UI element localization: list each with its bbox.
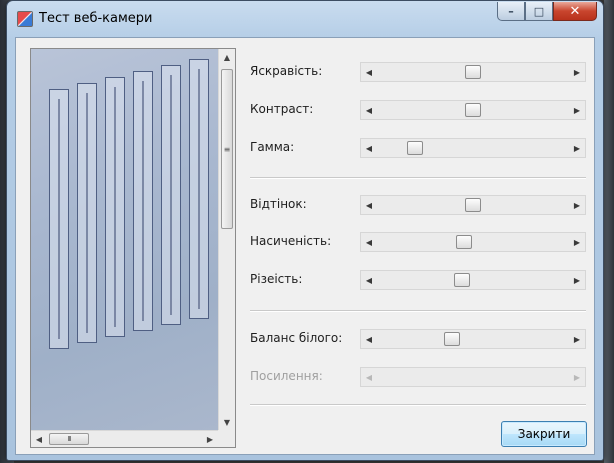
minimize-icon: –: [508, 4, 514, 18]
desktop-background-right: [604, 0, 614, 463]
minimize-button[interactable]: –: [497, 2, 525, 21]
setting-row-hue: Відтінок: ◀ ▶: [250, 194, 586, 216]
gain-label: Посилення:: [250, 369, 323, 383]
document-text-line: [86, 93, 88, 333]
arrow-left-icon[interactable]: ◀: [361, 233, 377, 251]
grip-icon: ≡: [223, 144, 231, 154]
close-icon: ✕: [569, 3, 581, 19]
camera-preview-image: [31, 49, 218, 431]
hue-label: Відтінок:: [250, 197, 307, 211]
close-window-button[interactable]: ✕: [553, 2, 597, 21]
contrast-slider[interactable]: ◀ ▶: [360, 100, 586, 120]
scroll-right-button[interactable]: ▶: [202, 431, 218, 447]
arrow-right-icon[interactable]: ▶: [569, 330, 585, 348]
arrow-right-icon[interactable]: ▶: [569, 233, 585, 251]
maximize-icon: □: [533, 4, 545, 18]
slider-thumb[interactable]: [456, 235, 473, 249]
title-bar[interactable]: Тест веб-камери – □ ✕: [7, 1, 603, 37]
hue-slider[interactable]: ◀ ▶: [360, 195, 586, 215]
brightness-label: Яскравість:: [250, 64, 323, 78]
document-text-line: [198, 69, 200, 309]
document-text-line: [142, 81, 144, 321]
arrow-left-icon[interactable]: ◀: [361, 196, 377, 214]
gamma-label: Гамма:: [250, 140, 295, 154]
webcam-test-window: Тест веб-камери – □ ✕ ▲ ≡ ▼ ◀ III ▶ Яскр…: [6, 0, 604, 461]
arrow-right-icon[interactable]: ▶: [569, 139, 585, 157]
document-text-line: [170, 75, 172, 315]
white-balance-label: Баланс білого:: [250, 331, 343, 345]
slider-thumb[interactable]: [454, 273, 471, 287]
document-text-line: [58, 99, 60, 339]
setting-row-brightness: Яскравість: ◀ ▶: [250, 61, 586, 83]
arrow-left-icon[interactable]: ◀: [361, 63, 377, 81]
slider-thumb[interactable]: [406, 141, 423, 155]
arrow-right-icon[interactable]: ▶: [569, 101, 585, 119]
arrow-right-icon[interactable]: ▶: [569, 63, 585, 81]
contrast-label: Контраст:: [250, 102, 314, 116]
setting-row-gain: Посилення: ◀ ▶: [250, 366, 586, 388]
setting-row-gamma: Гамма: ◀ ▶: [250, 137, 586, 159]
caption-buttons: – □ ✕: [497, 2, 597, 21]
white-balance-slider[interactable]: ◀ ▶: [360, 329, 586, 349]
arrow-right-icon[interactable]: ▶: [569, 271, 585, 289]
vertical-scroll-thumb[interactable]: ≡: [221, 69, 233, 229]
preview-vertical-scrollbar[interactable]: ▲ ≡ ▼: [218, 49, 235, 431]
dialog-client-area: ▲ ≡ ▼ ◀ III ▶ Яскравість: ◀ ▶ Контраст: …: [15, 37, 595, 455]
arrow-left-icon[interactable]: ◀: [361, 330, 377, 348]
arrow-right-icon[interactable]: ▶: [569, 196, 585, 214]
horizontal-scroll-thumb[interactable]: III: [49, 433, 89, 445]
setting-row-sharpness: Різеість: ◀ ▶: [250, 269, 586, 291]
app-icon: [17, 11, 33, 27]
slider-thumb[interactable]: [443, 332, 460, 346]
arrow-left-icon[interactable]: ◀: [361, 101, 377, 119]
arrow-left-icon: ◀: [365, 372, 373, 382]
close-button[interactable]: Закрити: [501, 421, 587, 447]
chevron-right-icon: ▶: [206, 434, 214, 444]
maximize-button[interactable]: □: [525, 2, 553, 21]
preview-horizontal-scrollbar[interactable]: ◀ III ▶: [31, 430, 218, 447]
gamma-slider[interactable]: ◀ ▶: [360, 138, 586, 158]
chevron-up-icon: ▲: [223, 53, 231, 62]
scroll-up-button[interactable]: ▲: [219, 49, 235, 66]
document-text-line: [114, 87, 116, 327]
arrow-right-icon: ▶: [573, 372, 581, 382]
camera-preview-pane[interactable]: ▲ ≡ ▼ ◀ III ▶: [30, 48, 236, 448]
setting-row-white-balance: Баланс білого: ◀ ▶: [250, 328, 586, 350]
saturation-slider[interactable]: ◀ ▶: [360, 232, 586, 252]
section-divider: [250, 177, 586, 179]
slider-thumb[interactable]: [465, 65, 481, 79]
slider-thumb[interactable]: [465, 198, 481, 212]
gain-slider: ◀ ▶: [360, 367, 586, 387]
brightness-slider[interactable]: ◀ ▶: [360, 62, 586, 82]
slider-thumb[interactable]: [465, 103, 481, 117]
scroll-down-button[interactable]: ▼: [219, 414, 235, 431]
grip-icon: III: [67, 435, 71, 443]
scrollbar-corner: [218, 430, 235, 447]
sharpness-label: Різеість:: [250, 272, 303, 286]
chevron-left-icon: ◀: [35, 434, 43, 444]
window-title: Тест веб-камери: [39, 11, 153, 26]
setting-row-contrast: Контраст: ◀ ▶: [250, 99, 586, 121]
section-divider: [250, 404, 586, 406]
setting-row-saturation: Насиченість: ◀ ▶: [250, 231, 586, 253]
arrow-left-icon[interactable]: ◀: [361, 271, 377, 289]
arrow-left-icon[interactable]: ◀: [361, 139, 377, 157]
saturation-label: Насиченість:: [250, 234, 332, 248]
scroll-left-button[interactable]: ◀: [31, 431, 47, 447]
sharpness-slider[interactable]: ◀ ▶: [360, 270, 586, 290]
chevron-down-icon: ▼: [223, 418, 231, 427]
section-divider: [250, 310, 586, 312]
